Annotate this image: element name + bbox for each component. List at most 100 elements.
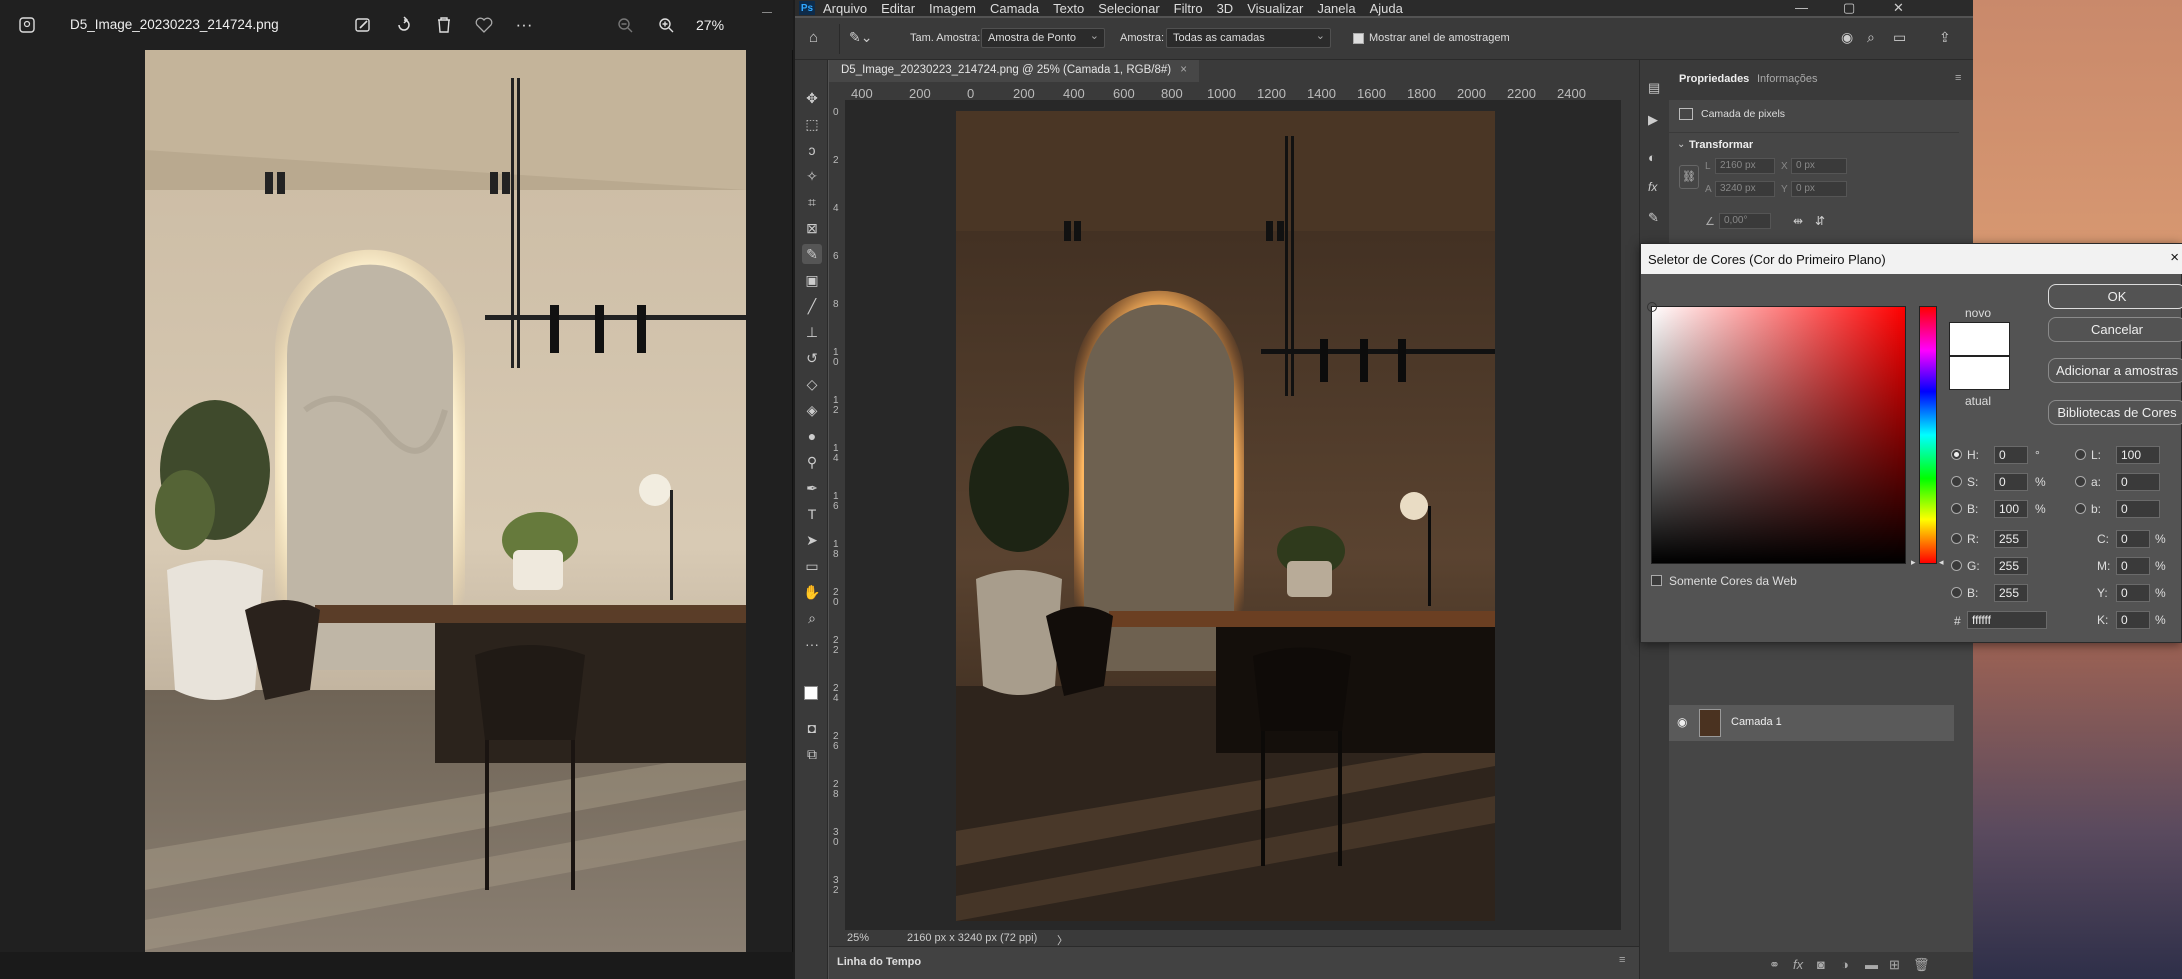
gallery-icon[interactable] <box>16 14 38 36</box>
close-icon[interactable]: ✕ <box>1893 0 1904 16</box>
current-color-swatch[interactable] <box>1949 356 2010 390</box>
search-icon[interactable]: ⌕ <box>1867 29 1875 46</box>
x-input[interactable]: 0 px <box>1791 158 1847 174</box>
hue-slider[interactable]: ▸ ◂ <box>1911 306 1944 567</box>
menu-texto[interactable]: Texto <box>1053 1 1084 16</box>
g-radio[interactable] <box>1951 560 1962 571</box>
pen-tool-icon[interactable]: ✒ <box>802 478 822 498</box>
transform-header[interactable]: Transformar <box>1689 139 1753 151</box>
angle-input[interactable]: 0,00° <box>1719 213 1771 229</box>
favorite-icon[interactable] <box>473 14 495 36</box>
blue-input[interactable]: 255 <box>1994 584 2028 602</box>
home-icon[interactable]: ⌂ <box>809 29 827 47</box>
brightness-input[interactable]: 100 <box>1994 500 2028 518</box>
link-layers-icon[interactable]: ⚭ <box>1769 957 1780 973</box>
styles-fx-icon[interactable]: fx <box>1648 180 1657 194</box>
l-radio[interactable] <box>2075 449 2086 460</box>
eyedropper-tool-icon[interactable]: ✎ <box>802 244 822 264</box>
menu-arquivo[interactable]: Arquivo <box>823 1 867 16</box>
link-icon[interactable]: ⛓ <box>1679 165 1699 189</box>
tab-close-icon[interactable]: × <box>1180 64 1187 76</box>
tab-info[interactable]: Informações <box>1757 73 1818 85</box>
adjustment-layer-icon[interactable]: ◑ <box>1841 957 1849 972</box>
layer-row[interactable]: ◉ Camada 1 <box>1669 705 1954 741</box>
chevron-down-icon[interactable]: ⌄ <box>1677 139 1685 150</box>
stamp-tool-icon[interactable]: ⊥ <box>802 322 822 342</box>
visibility-eye-icon[interactable]: ◉ <box>1677 715 1687 729</box>
blue-radio[interactable] <box>1951 587 1962 598</box>
tab-properties[interactable]: Propriedades <box>1679 73 1749 85</box>
lab-b-radio[interactable] <box>2075 503 2086 514</box>
cancel-button[interactable]: Cancelar <box>2048 317 2182 342</box>
r-input[interactable]: 255 <box>1994 530 2028 548</box>
s-radio[interactable] <box>1951 476 1962 487</box>
flip-horizontal-icon[interactable]: ⇹ <box>1793 214 1803 228</box>
close-icon[interactable]: × <box>2170 249 2179 266</box>
dodge-tool-icon[interactable]: ⚲ <box>802 452 822 472</box>
adjustments-icon[interactable]: ◐ <box>1648 150 1656 165</box>
y-input[interactable]: 0 <box>2116 584 2150 602</box>
flip-vertical-icon[interactable]: ⇵ <box>1815 214 1825 228</box>
panel-menu-icon[interactable]: ≡ <box>1619 954 1625 966</box>
layer-name[interactable]: Camada 1 <box>1731 716 1782 728</box>
a-input[interactable]: 0 <box>2116 473 2160 491</box>
layer-style-fx-icon[interactable]: fx <box>1793 957 1803 972</box>
vertical-scrollbar[interactable] <box>1621 100 1639 930</box>
more-tools-icon[interactable]: ··· <box>802 634 822 654</box>
menu-filtro[interactable]: Filtro <box>1174 1 1203 16</box>
document-tab[interactable]: D5_Image_20230223_214724.png @ 25% (Cama… <box>829 60 1199 82</box>
blur-tool-icon[interactable]: ● <box>802 426 822 446</box>
s-input[interactable]: 0 <box>1994 473 2028 491</box>
layer-mask-icon[interactable]: ◙ <box>1817 957 1825 972</box>
ok-button[interactable]: OK <box>2048 284 2182 309</box>
history-brush-tool-icon[interactable]: ↺ <box>802 348 822 368</box>
h-radio[interactable] <box>1951 449 1962 460</box>
marquee-tool-icon[interactable]: ⬚ <box>802 114 822 134</box>
g-input[interactable]: 255 <box>1994 557 2028 575</box>
l-input[interactable]: 100 <box>2116 446 2160 464</box>
eyedropper-preset-icon[interactable]: ✎⌄ <box>849 29 872 46</box>
paint-bucket-tool-icon[interactable]: ◈ <box>802 400 822 420</box>
screen-mode-icon[interactable]: ⧉ <box>802 744 822 764</box>
rotate-icon[interactable] <box>393 14 415 36</box>
timeline-label[interactable]: Linha do Tempo <box>837 956 921 968</box>
color-libraries-button[interactable]: Bibliotecas de Cores <box>2048 400 2182 425</box>
menu-janela[interactable]: Janela <box>1317 1 1355 16</box>
menu-ajuda[interactable]: Ajuda <box>1370 1 1403 16</box>
path-select-tool-icon[interactable]: ➤ <box>802 530 822 550</box>
quick-mask-icon[interactable]: ◘ <box>802 718 822 738</box>
export-icon[interactable]: ⇪ <box>1939 29 1951 46</box>
minimize-icon[interactable]: — <box>1795 0 1808 15</box>
eraser-tool-icon[interactable]: ◇ <box>802 374 822 394</box>
lasso-tool-icon[interactable]: ↄ <box>802 140 822 160</box>
a-radio[interactable] <box>2075 476 2086 487</box>
add-to-swatches-button[interactable]: Adicionar a amostras <box>2048 358 2182 383</box>
foreground-color-swatch[interactable] <box>804 686 818 700</box>
maximize-icon[interactable]: ▢ <box>1843 0 1855 16</box>
healing-tool-icon[interactable]: ▣ <box>802 270 822 290</box>
height-input[interactable]: 3240 px <box>1715 181 1775 197</box>
zoom-out-icon[interactable] <box>614 14 636 36</box>
crop-tool-icon[interactable]: ⌗ <box>802 192 822 212</box>
delete-layer-icon[interactable]: 🗑 <box>1913 957 1930 973</box>
hand-tool-icon[interactable]: ✋ <box>802 582 822 602</box>
r-radio[interactable] <box>1951 533 1962 544</box>
more-icon[interactable]: ··· <box>513 14 535 36</box>
brightness-radio[interactable] <box>1951 503 1962 514</box>
delete-icon[interactable] <box>433 14 455 36</box>
menu-selecionar[interactable]: Selecionar <box>1098 1 1159 16</box>
workspace-icon[interactable]: ▭ <box>1893 29 1906 46</box>
hex-input[interactable]: ffffff <box>1967 611 2047 629</box>
magic-wand-tool-icon[interactable]: ✧ <box>802 166 822 186</box>
menu-editar[interactable]: Editar <box>881 1 915 16</box>
menu-visualizar[interactable]: Visualizar <box>1247 1 1303 16</box>
canvas-area[interactable] <box>845 100 1621 930</box>
sample-size-select[interactable]: Amostra de Ponto <box>981 28 1105 48</box>
lab-b-input[interactable]: 0 <box>2116 500 2160 518</box>
saturation-brightness-field[interactable] <box>1647 302 1906 564</box>
edit-image-icon[interactable] <box>352 14 374 36</box>
c-input[interactable]: 0 <box>2116 530 2150 548</box>
history-icon[interactable]: ▤ <box>1648 80 1660 96</box>
new-layer-icon[interactable]: ⊞ <box>1889 957 1900 973</box>
actions-play-icon[interactable]: ▶ <box>1648 112 1658 128</box>
